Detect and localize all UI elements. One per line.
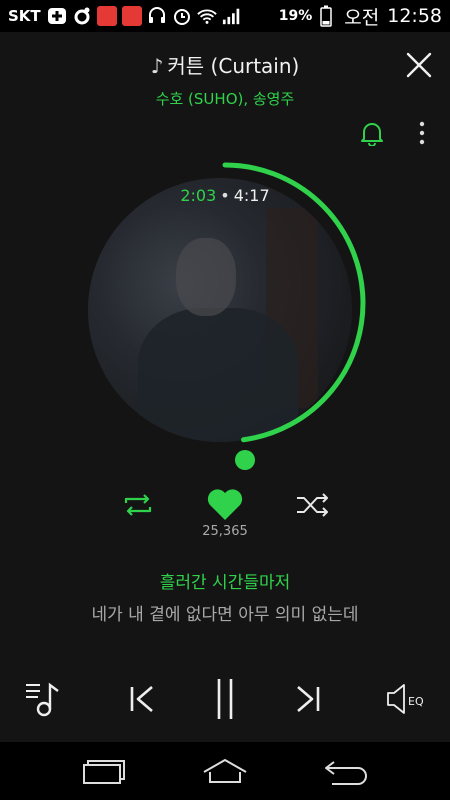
status-bar: SKT 19% 오전 12:58 (0, 0, 450, 32)
plus-badge-icon (47, 6, 67, 26)
album-art-area: 2:03 • 4:17 (80, 158, 370, 448)
signal-icon (222, 6, 242, 26)
clock-ampm: 오전 (344, 6, 380, 29)
pause-button[interactable] (210, 674, 240, 724)
notification-app-icon-2 (121, 6, 142, 26)
pause-icon (217, 679, 233, 719)
notification-bell-button[interactable] (360, 120, 384, 147)
song-title-row: ♪ 커튼 (Curtain) (0, 50, 450, 79)
close-button[interactable] (406, 52, 432, 78)
eq-label: EQ (408, 695, 424, 708)
time-separator: • (220, 186, 230, 205)
playlist-button[interactable] (24, 674, 66, 724)
status-right: 19% 오전 12:58 (279, 0, 442, 32)
recent-apps-icon (83, 760, 125, 784)
playback-controls: EQ (0, 674, 450, 724)
home-button[interactable] (200, 756, 250, 786)
elapsed-time: 2:03 (180, 186, 217, 205)
carrier-label: SKT (8, 7, 41, 25)
clock-time: 12:58 (387, 5, 442, 27)
back-button[interactable] (322, 756, 372, 786)
alarm-icon (172, 6, 192, 26)
lyric-current-line[interactable]: 흘러간 시간들마저 (0, 568, 450, 593)
wifi-icon (196, 6, 217, 26)
equalizer-icon: EQ (387, 684, 424, 714)
heart-icon (207, 489, 243, 520)
battery-icon (316, 5, 336, 27)
lyric-next-line[interactable]: 네가 내 곁에 없다면 아무 의미 없는데 (0, 600, 450, 625)
notification-app-icon (96, 6, 117, 26)
home-icon (203, 759, 247, 783)
status-icons (47, 6, 242, 26)
close-icon (406, 52, 432, 78)
like-count: 25,365 (202, 524, 248, 539)
song-title: 커튼 (Curtain) (167, 54, 300, 78)
progress-arc (222, 162, 366, 443)
next-button[interactable] (290, 674, 326, 724)
battery-percent: 19% (278, 8, 313, 24)
back-icon (325, 761, 367, 785)
recent-apps-button[interactable] (80, 756, 130, 786)
bell-icon (361, 123, 383, 147)
seek-knob[interactable] (235, 450, 255, 470)
system-navigation-bar (0, 742, 450, 800)
artist-name[interactable]: 수호 (SUHO), 송영주 (0, 88, 450, 109)
repeat-icon (124, 494, 152, 516)
shuffle-icon (297, 493, 328, 517)
repeat-button[interactable] (120, 492, 156, 518)
time-display: 2:03 • 4:17 (80, 186, 370, 205)
shuffle-button[interactable] (295, 492, 331, 518)
skip-next-icon (297, 686, 320, 712)
music-app-icon (72, 6, 92, 26)
playlist-icon (26, 682, 59, 717)
like-button[interactable] (206, 488, 244, 522)
previous-button[interactable] (124, 674, 160, 724)
music-note-icon: ♪ (150, 54, 164, 78)
total-time: 4:17 (233, 186, 270, 205)
player-screen: ♪ 커튼 (Curtain) 수호 (SUHO), 송영주 2:03 • 4:17 2… (0, 32, 450, 742)
more-options-button[interactable] (414, 120, 430, 146)
equalizer-button[interactable]: EQ (384, 674, 430, 724)
action-controls: 25,365 (0, 482, 450, 542)
more-vertical-icon (419, 121, 425, 145)
headset-icon (147, 6, 167, 26)
skip-previous-icon (130, 686, 153, 712)
